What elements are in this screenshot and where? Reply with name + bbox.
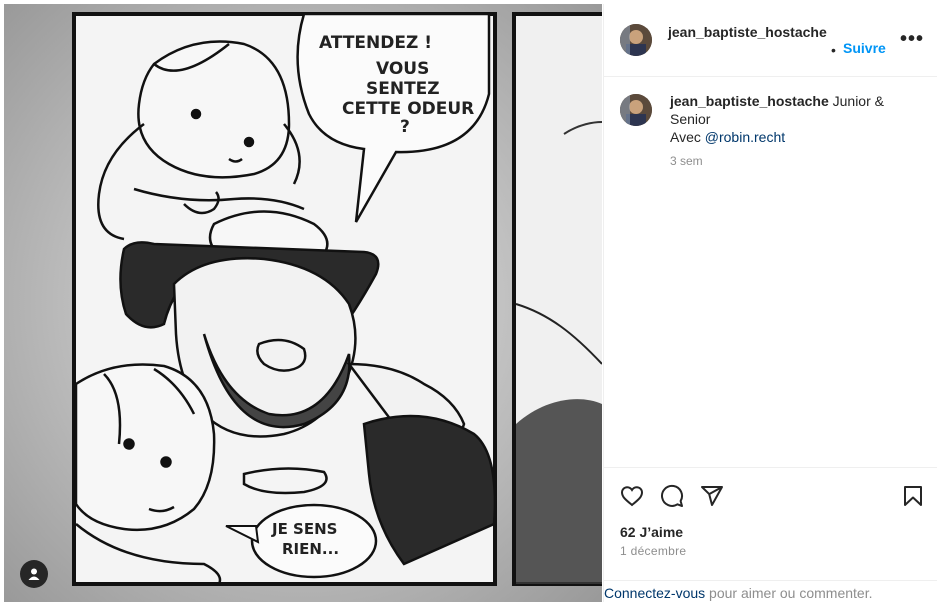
caption-text: jean_baptiste_hostache Junior & Senior A… [670,92,920,146]
bubble-top-line2: VOUS [376,59,429,79]
bubble-top-line5: ? [400,117,410,137]
login-prompt: Connectez-vous pour aimer ou commenter. [604,580,937,603]
share-icon[interactable] [700,484,724,508]
bookmark-icon[interactable] [901,484,925,508]
bubble-top-line3: SENTEZ [366,79,440,99]
avatar-image [620,24,652,56]
bubble-bottom-line2: RIEN... [282,540,339,558]
login-link[interactable]: Connectez-vous [604,585,705,601]
login-text: pour aimer ou commenter. [705,585,873,601]
heart-icon[interactable] [620,484,644,508]
author-avatar[interactable] [620,24,652,56]
user-tag-icon [28,568,40,580]
bubble-top-line4: CETTE ODEUR [342,99,474,119]
avatar-image [620,94,652,126]
bubble-top-line1: ATTENDEZ ! [319,33,432,53]
post-date[interactable]: 1 décembre [620,544,686,558]
comic-illustration: ATTENDEZ ! VOUS SENTEZ CETTE ODEUR ? JE … [4,4,602,602]
user-tag-button[interactable] [20,560,48,588]
caption-mention-link[interactable]: @robin.recht [705,129,785,145]
likes-count[interactable]: 62 J’aime [620,524,683,540]
caption-username[interactable]: jean_baptiste_hostache [670,93,829,109]
caption-line2-prefix: Avec [670,129,705,145]
caption-timestamp[interactable]: 3 sem [670,154,703,168]
follow-button[interactable]: Suivre [843,40,886,56]
post-image[interactable]: ATTENDEZ ! VOUS SENTEZ CETTE ODEUR ? JE … [4,4,602,602]
more-options-icon[interactable]: ••• [900,28,924,51]
post-sidebar: jean_baptiste_hostache • Suivre ••• jean… [603,4,937,602]
bubble-bottom-line1: JE SENS [271,520,337,538]
caption-avatar[interactable] [620,94,652,126]
action-icons [620,484,925,510]
author-username[interactable]: jean_baptiste_hostache [668,23,828,41]
separator-dot: • [831,42,836,58]
post-modal: ATTENDEZ ! VOUS SENTEZ CETTE ODEUR ? JE … [0,0,945,608]
post-header: jean_baptiste_hostache • Suivre ••• [604,4,937,77]
comment-icon[interactable] [660,484,684,508]
